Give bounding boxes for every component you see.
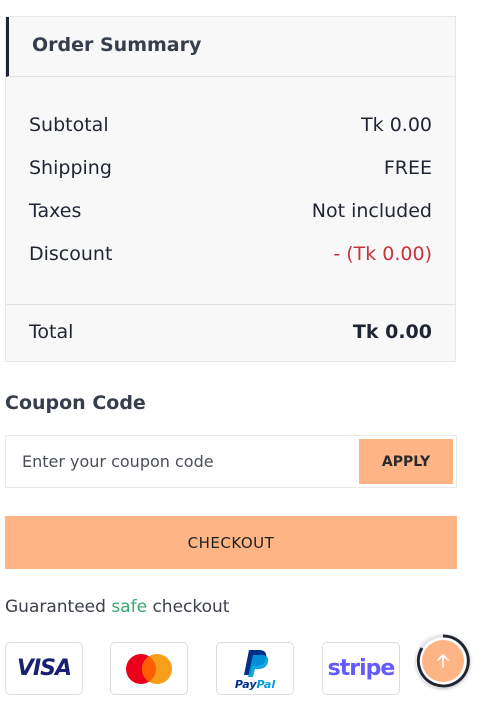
coupon-title: Coupon Code xyxy=(5,392,146,414)
guarantee-safe-word: safe xyxy=(111,597,148,617)
guarantee-prefix: Guaranteed xyxy=(5,597,112,617)
visa-icon: VISA xyxy=(16,656,72,681)
shipping-label: Shipping xyxy=(29,157,112,179)
coupon-form: APPLY xyxy=(5,435,457,488)
subtotal-label: Subtotal xyxy=(29,114,109,136)
taxes-label: Taxes xyxy=(29,200,82,222)
subtotal-row: Subtotal Tk 0.00 xyxy=(29,114,432,140)
checkout-button[interactable]: CHECKOUT xyxy=(5,516,457,569)
mastercard-badge xyxy=(110,642,188,695)
guarantee-text: Guaranteed safe checkout xyxy=(5,597,229,617)
scroll-to-top-button[interactable] xyxy=(416,634,470,688)
total-value: Tk 0.00 xyxy=(352,321,432,343)
discount-label: Discount xyxy=(29,243,113,265)
taxes-row: Taxes Not included xyxy=(29,200,432,226)
stripe-icon: stripe xyxy=(327,656,396,681)
shipping-value: FREE xyxy=(383,157,432,179)
order-summary-card: Order Summary Subtotal Tk 0.00 Shipping … xyxy=(5,16,456,362)
paypal-badge: PayPal xyxy=(216,642,294,695)
stripe-badge: stripe xyxy=(322,642,400,695)
total-row: Total Tk 0.00 xyxy=(29,321,432,347)
subtotal-value: Tk 0.00 xyxy=(361,114,432,136)
arrow-up-icon xyxy=(437,654,449,668)
order-summary-title: Order Summary xyxy=(32,34,202,56)
coupon-input[interactable] xyxy=(6,436,356,487)
total-label: Total xyxy=(29,321,74,343)
apply-coupon-button[interactable]: APPLY xyxy=(359,439,453,484)
paypal-icon: PayPal xyxy=(235,649,275,691)
taxes-value: Not included xyxy=(311,200,432,222)
summary-divider xyxy=(6,304,455,305)
discount-value: - (Tk 0.00) xyxy=(333,243,432,265)
visa-badge: VISA xyxy=(5,642,83,695)
mastercard-icon xyxy=(126,653,172,684)
scroll-top-inner xyxy=(422,640,464,682)
shipping-row: Shipping FREE xyxy=(29,157,432,183)
svg-text:PayPal: PayPal xyxy=(235,678,275,691)
discount-row: Discount - (Tk 0.00) xyxy=(29,243,432,269)
order-summary-header: Order Summary xyxy=(6,17,455,77)
guarantee-suffix: checkout xyxy=(147,597,230,617)
